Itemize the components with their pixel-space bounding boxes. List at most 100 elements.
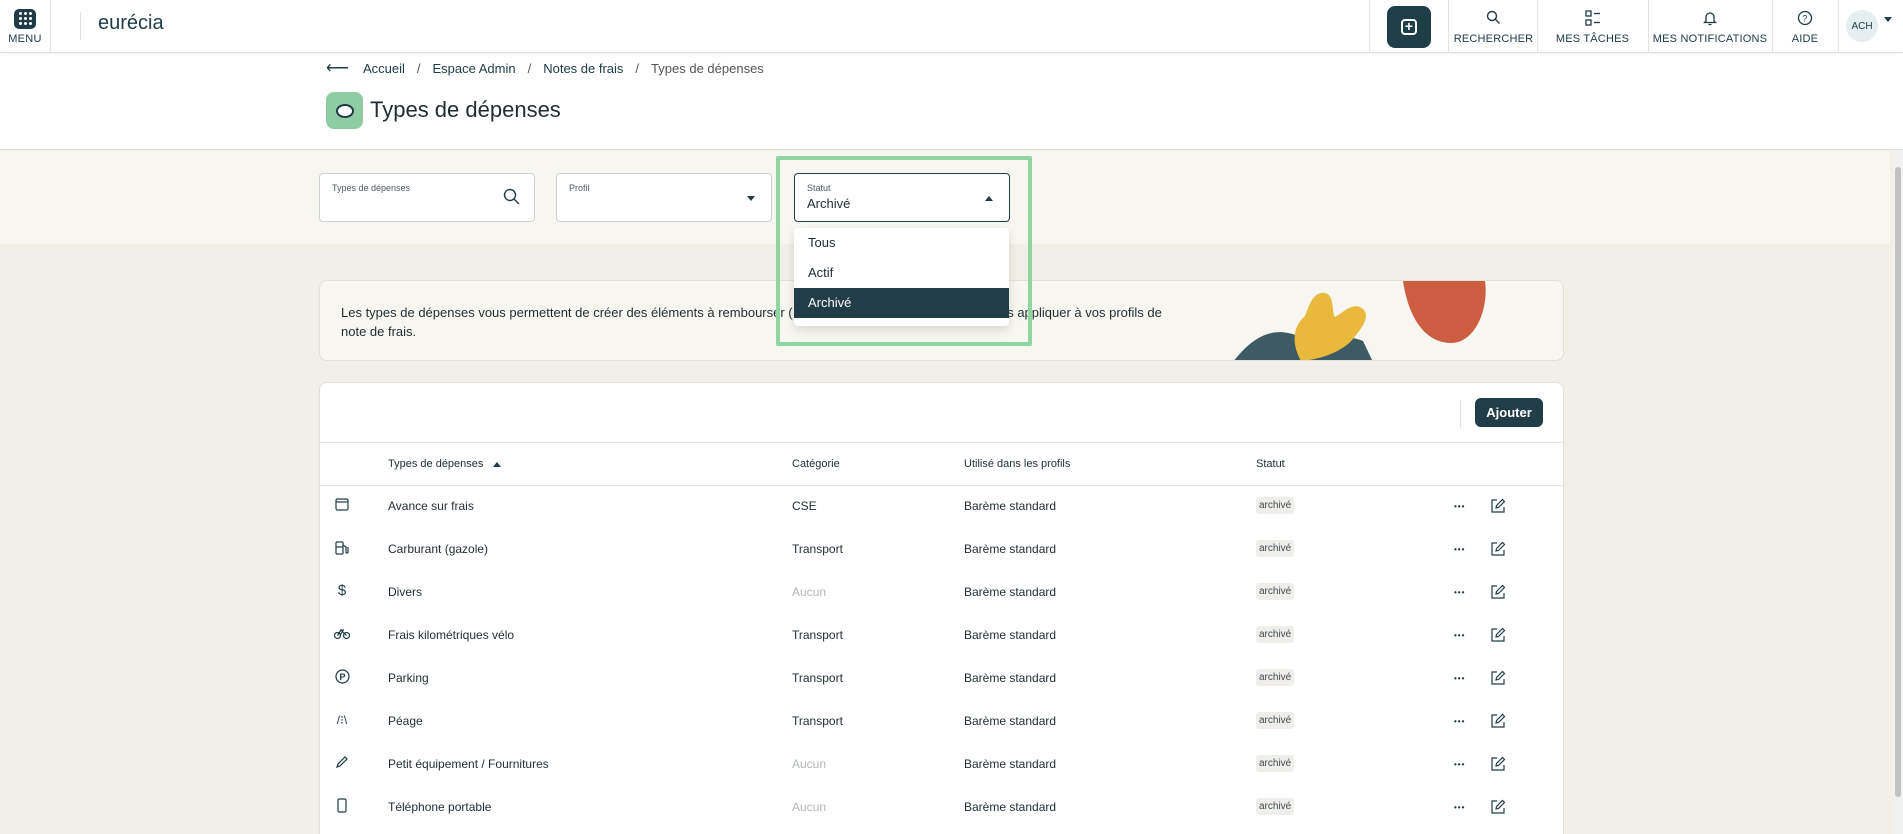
row-profiles: Barème standard xyxy=(964,542,1057,556)
row-type-name: Divers xyxy=(388,585,423,599)
column-header-category[interactable]: Catégorie xyxy=(792,458,840,470)
row-category: Transport xyxy=(792,628,843,642)
sort-ascending-icon[interactable] xyxy=(493,461,502,467)
quick-add-button[interactable]: + xyxy=(1387,5,1431,48)
bell-icon xyxy=(1703,9,1717,27)
status-badge: archivé xyxy=(1256,583,1295,600)
nav-search-label: RECHERCHER xyxy=(1453,32,1534,45)
table-row[interactable]: /⁝\ Péage Transport Barème standard archivé •… xyxy=(320,701,1563,744)
column-header-type[interactable]: Types de dépenses xyxy=(388,458,502,470)
row-type-name: Parking xyxy=(388,671,429,685)
quick-add-area: + xyxy=(1369,0,1449,53)
plus-icon: + xyxy=(1401,18,1417,35)
row-category: Transport xyxy=(792,671,843,685)
page-header xyxy=(0,53,1903,150)
expense-types-icon xyxy=(326,92,363,129)
add-button[interactable]: Ajouter xyxy=(1475,398,1543,427)
chevron-down-icon[interactable] xyxy=(1884,17,1892,22)
row-type-name: Petit équipement / Fournitures xyxy=(388,757,549,771)
row-profiles: Barème standard xyxy=(964,628,1057,642)
phone-icon xyxy=(334,798,350,814)
edit-icon[interactable] xyxy=(1490,584,1506,603)
more-options-icon[interactable]: ••• xyxy=(1454,631,1465,640)
profile-select-label: Profil xyxy=(569,183,590,193)
status-badge: archivé xyxy=(1256,755,1295,772)
more-options-icon[interactable]: ••• xyxy=(1454,502,1465,511)
breadcrumb-current: Types de dépenses xyxy=(651,60,764,76)
row-profiles: Barème standard xyxy=(964,757,1057,771)
row-profiles: Barème standard xyxy=(964,585,1057,599)
more-options-icon[interactable]: ••• xyxy=(1454,545,1465,554)
table-row[interactable]: Avance sur frais CSE Barème standard archiv… xyxy=(320,486,1563,529)
edit-icon[interactable] xyxy=(1490,541,1506,560)
table-row[interactable]: Frais kilométriques vélo Transport Barème … xyxy=(320,615,1563,658)
row-category: Aucun xyxy=(792,585,827,599)
apps-grid-icon xyxy=(14,8,36,29)
row-category: Transport xyxy=(792,714,843,728)
nav-notifications[interactable]: MES NOTIFICATIONS xyxy=(1649,0,1771,53)
edit-icon[interactable] xyxy=(1490,756,1506,775)
road-icon: /⁝\ xyxy=(336,713,348,727)
status-badge: archivé xyxy=(1256,540,1295,557)
nav-tasks-label: MES TÂCHES xyxy=(1555,32,1630,45)
status-badge: archivé xyxy=(1256,712,1295,729)
app-logo[interactable]: eurécia xyxy=(80,12,164,40)
row-category: Transport xyxy=(792,542,843,556)
edit-icon[interactable] xyxy=(1490,670,1506,689)
help-icon: ? xyxy=(1797,9,1813,27)
expense-types-table-card: Ajouter Types de dépenses Catégorie Util… xyxy=(319,382,1564,834)
row-category: Aucun xyxy=(792,757,827,771)
breadcrumb-admin[interactable]: Espace Admin xyxy=(432,61,515,76)
nav-search[interactable]: RECHERCHER xyxy=(1452,0,1535,53)
decorative-illustration xyxy=(1234,281,1486,360)
status-badge: archivé xyxy=(1256,798,1295,815)
nav-help-label: AIDE xyxy=(1791,32,1819,45)
table-row[interactable]: Téléphone portable Aucun Barème standard ar… xyxy=(320,787,1563,830)
page-scrollbar[interactable] xyxy=(1893,150,1903,834)
edit-icon[interactable] xyxy=(1490,713,1506,732)
table-row[interactable]: P Parking Transport Barème standard archivé •… xyxy=(320,658,1563,701)
back-arrow-icon[interactable]: ⟵ xyxy=(326,58,349,78)
nav-help[interactable]: ? AIDE xyxy=(1773,0,1837,53)
more-options-icon[interactable]: ••• xyxy=(1454,588,1465,597)
edit-icon[interactable] xyxy=(1490,799,1506,818)
edit-icon[interactable] xyxy=(1490,498,1506,517)
row-type-name: Carburant (gazole) xyxy=(388,542,489,556)
nav-tasks[interactable]: MES TÂCHES xyxy=(1538,0,1647,53)
table-row[interactable]: $ Divers Aucun Barème standard archivé ••• xyxy=(320,572,1563,615)
row-type-name: Avance sur frais xyxy=(388,499,474,513)
search-icon[interactable] xyxy=(503,188,520,210)
page-title: Types de dépenses xyxy=(370,97,561,122)
calendar-icon xyxy=(334,497,350,513)
pen-icon xyxy=(334,755,350,771)
row-type-name: Péage xyxy=(388,714,423,728)
expense-type-search-field[interactable]: Types de dépenses xyxy=(319,173,535,222)
column-header-profiles[interactable]: Utilisé dans les profils xyxy=(964,458,1070,470)
status-badge: archivé xyxy=(1256,626,1295,643)
row-category: Aucun xyxy=(792,800,827,814)
row-profiles: Barème standard xyxy=(964,671,1057,685)
row-type-name: Téléphone portable xyxy=(388,800,492,814)
profile-select[interactable]: Profil xyxy=(556,173,772,222)
breadcrumb-expenses[interactable]: Notes de frais xyxy=(543,61,623,76)
parking-icon: P xyxy=(334,669,350,685)
menu-button[interactable]: MENU xyxy=(0,0,51,53)
info-banner-text: Les types de dépenses vous permettent de… xyxy=(341,305,1162,339)
more-options-icon[interactable]: ••• xyxy=(1454,674,1465,683)
column-header-status[interactable]: Statut xyxy=(1256,458,1285,470)
breadcrumb: ⟵ Accueil / Espace Admin / Notes de frai… xyxy=(326,58,764,78)
more-options-icon[interactable]: ••• xyxy=(1454,717,1465,726)
table-row[interactable]: Petit équipement / Fournitures Aucun Barèm… xyxy=(320,744,1563,787)
nav-notifications-label: MES NOTIFICATIONS xyxy=(1652,32,1768,45)
row-profiles: Barème standard xyxy=(964,800,1057,814)
table-header: Types de dépenses Catégorie Utilisé dans… xyxy=(320,442,1563,486)
status-badge: archivé xyxy=(1256,669,1295,686)
bicycle-icon xyxy=(333,626,351,642)
more-options-icon[interactable]: ••• xyxy=(1454,803,1465,812)
user-avatar[interactable]: ACH xyxy=(1846,10,1878,42)
breadcrumb-home[interactable]: Accueil xyxy=(363,61,405,76)
more-options-icon[interactable]: ••• xyxy=(1454,760,1465,769)
fuel-pump-icon xyxy=(334,540,350,556)
edit-icon[interactable] xyxy=(1490,627,1506,646)
table-row[interactable]: Carburant (gazole) Transport Barème standa… xyxy=(320,529,1563,572)
